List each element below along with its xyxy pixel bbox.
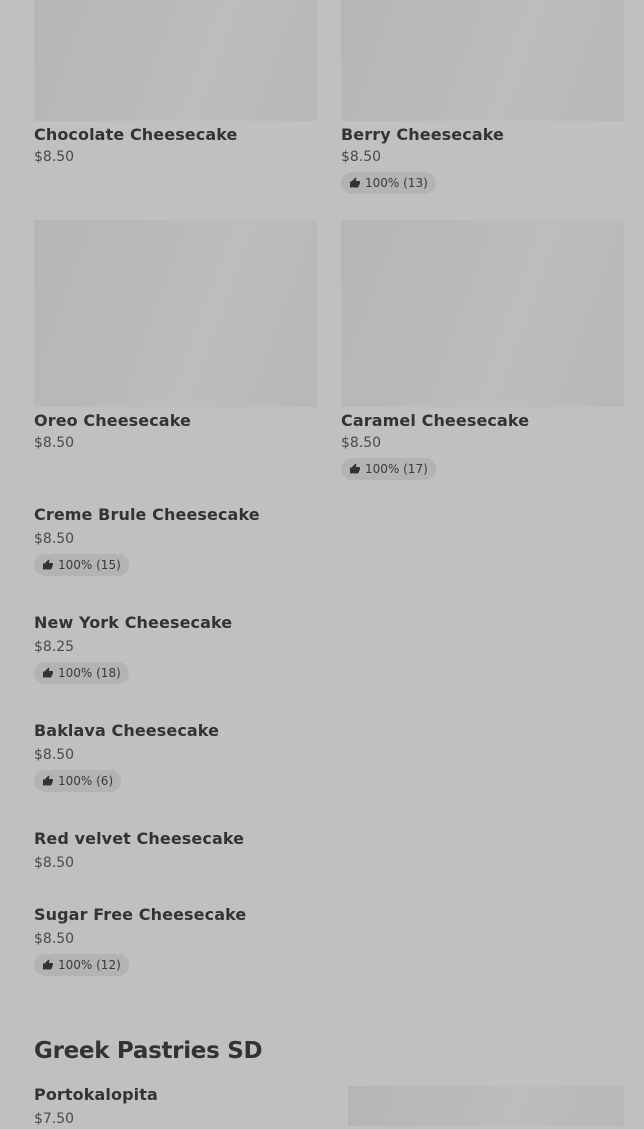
rating-badge: 100% (17) [341, 458, 436, 480]
thumbs-up-icon [350, 463, 360, 474]
item-name: Red velvet Cheesecake [34, 829, 245, 848]
item-image-placeholder [341, 0, 624, 121]
item-name: New York Cheesecake [34, 613, 233, 632]
thumbs-up-icon [43, 559, 53, 570]
item-name: Sugar Free Cheesecake [34, 905, 247, 924]
menu-item-card[interactable]: Caramel Cheesecake $8.50 100% (17) [341, 220, 624, 480]
item-price: $8.50 [34, 747, 75, 763]
item-name: Caramel Cheesecake [341, 411, 530, 430]
item-image-placeholder [34, 220, 317, 407]
item-price: $8.50 [34, 855, 75, 871]
menu-grid-row-2: Oreo Cheesecake $8.50 Caramel Cheesecake… [34, 220, 624, 480]
thumbs-up-icon [43, 775, 53, 786]
item-name: Chocolate Cheesecake [34, 125, 238, 144]
item-price: $7.50 [34, 1111, 75, 1127]
item-image-placeholder [348, 1086, 624, 1126]
item-price: $8.50 [34, 435, 75, 451]
item-name: Oreo Cheesecake [34, 411, 191, 430]
section-title: Greek Pastries SD [34, 1038, 263, 1064]
rating-badge: 100% (18) [34, 662, 129, 684]
item-name: Berry Cheesecake [341, 125, 504, 144]
rating-text: 100% (15) [58, 558, 121, 572]
menu-item-card[interactable]: Berry Cheesecake $8.50 100% (13) [341, 0, 624, 194]
rating-text: 100% (6) [58, 774, 114, 788]
rating-badge: 100% (13) [341, 172, 436, 194]
menu-item-card[interactable]: Oreo Cheesecake $8.50 [34, 220, 317, 480]
item-price: $8.25 [34, 639, 75, 655]
rating-badge: 100% (15) [34, 554, 129, 576]
item-image-placeholder [341, 220, 624, 407]
rating-badge: 100% (6) [34, 770, 122, 792]
rating-text: 100% (12) [58, 958, 121, 972]
menu-item-row[interactable]: Sugar Free Cheesecake $8.50 100% (12) [34, 904, 246, 976]
item-price: $8.50 [34, 531, 75, 547]
item-price: $8.50 [341, 435, 382, 451]
menu-item-row[interactable]: Baklava Cheesecake $8.50 100% (6) [34, 720, 219, 792]
item-image-placeholder [34, 0, 317, 121]
menu-item-row[interactable]: Red velvet Cheesecake $8.50 [34, 828, 244, 873]
item-price: $8.50 [34, 931, 75, 947]
item-price: $8.50 [341, 149, 382, 165]
rating-badge: 100% (12) [34, 954, 129, 976]
item-price: $8.50 [34, 149, 75, 165]
menu-item-card[interactable]: Chocolate Cheesecake $8.50 [34, 0, 317, 194]
menu-item-row[interactable]: Portokalopita $7.50 [34, 1084, 158, 1129]
rating-text: 100% (17) [365, 462, 428, 476]
rating-text: 100% (18) [58, 666, 121, 680]
menu-item-row[interactable]: New York Cheesecake $8.25 100% (18) [34, 612, 232, 684]
thumbs-up-icon [43, 959, 53, 970]
thumbs-up-icon [350, 177, 360, 188]
thumbs-up-icon [43, 667, 53, 678]
item-name: Baklava Cheesecake [34, 721, 220, 740]
menu-item-row[interactable]: Creme Brule Cheesecake $8.50 100% (15) [34, 504, 260, 576]
item-name: Creme Brule Cheesecake [34, 505, 260, 524]
rating-text: 100% (13) [365, 176, 428, 190]
item-name: Portokalopita [34, 1085, 158, 1104]
menu-grid-row-1: Chocolate Cheesecake $8.50 Berry Cheesec… [34, 0, 624, 194]
